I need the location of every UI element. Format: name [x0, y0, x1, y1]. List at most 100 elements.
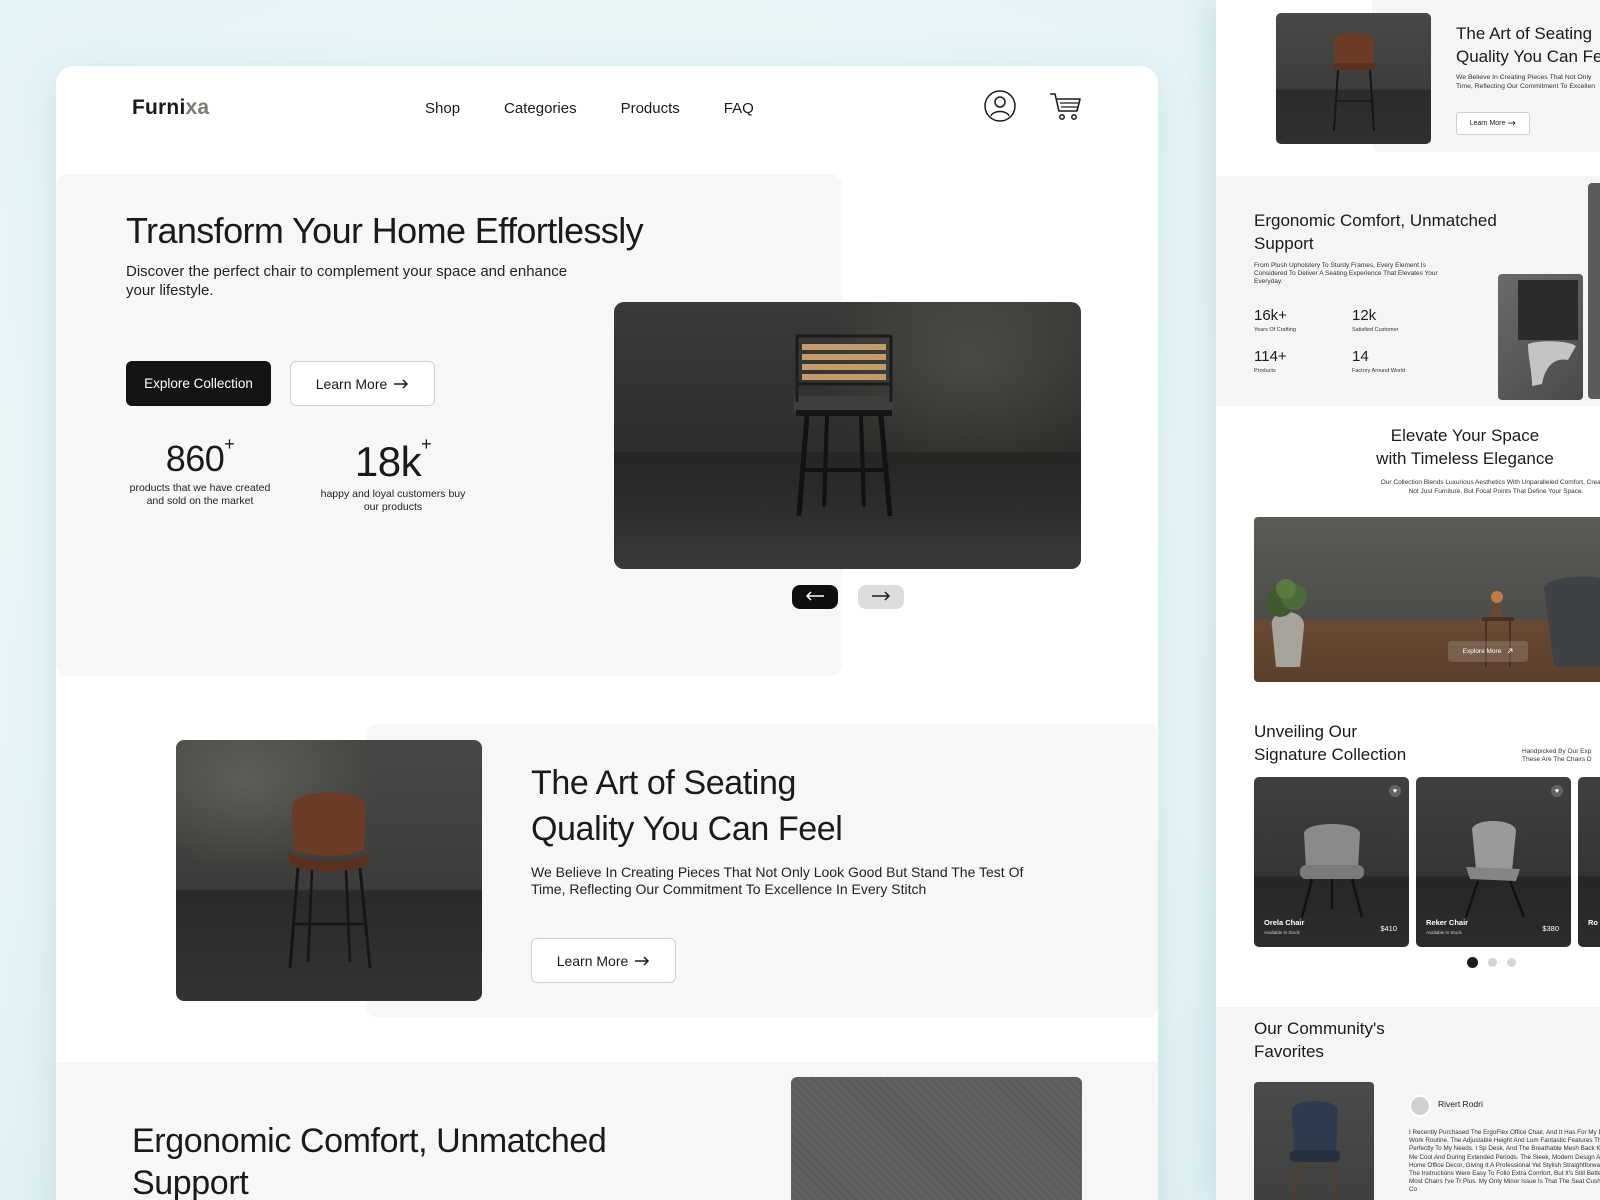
arrow-right-icon: [393, 376, 409, 392]
logo[interactable]: Furnixa: [132, 96, 209, 120]
preview-living-room-illustration: [1266, 576, 1600, 667]
stat-number: 860: [165, 438, 225, 479]
preview-elevate-title-line2: with Timeless Elegance: [1376, 449, 1554, 468]
preview-art-desc-line1: We Believe In Creating Pieces That Not O…: [1456, 74, 1592, 81]
carousel-dot[interactable]: [1507, 958, 1516, 967]
ergonomic-title-line2: Support: [132, 1164, 249, 1200]
shopping-cart-icon[interactable]: [1048, 90, 1082, 122]
hero-learn-more-label: Learn More: [315, 375, 388, 392]
preview-explore-more-label: Explore More: [1462, 648, 1502, 655]
stat-suffix: +: [224, 434, 235, 454]
preview-art-title: The Art of Seating Quality You Can Fe: [1456, 22, 1600, 68]
carousel-dots: [1467, 957, 1516, 968]
navbar: Furnixa Shop Categories Products FAQ: [56, 66, 1158, 156]
nav-categories[interactable]: Categories: [504, 100, 577, 117]
preview-elevate-description: Our Collection Blends Luxurious Aestheti…: [1216, 479, 1600, 496]
hero-stat-products: 860+ products that we have created and s…: [128, 434, 272, 508]
preview-stat-value: 114+: [1254, 348, 1287, 365]
preview-art-title-line2: Quality You Can Fe: [1456, 47, 1600, 66]
art-learn-more-button[interactable]: Learn More: [531, 938, 676, 983]
preview-stat-value: 12k: [1352, 307, 1377, 324]
preview-stat-value: 16k+: [1254, 307, 1287, 324]
product-card[interactable]: ♥ Orela Chair Available In Stock $410: [1254, 777, 1409, 947]
hero-title: Transform Your Home Effortlessly: [126, 210, 644, 251]
hero-learn-more-button[interactable]: Learn More: [290, 361, 435, 406]
preview-ergonomic-description: From Plush Upholstery To Sturdy Frames, …: [1254, 262, 1438, 285]
product-name: Ro: [1588, 918, 1598, 927]
preview-ergonomic-side-image: [1588, 183, 1600, 399]
preview-art-description: We Believe In Creating Pieces That Not O…: [1456, 74, 1600, 91]
preview-stat: 114+ Products: [1254, 348, 1287, 374]
preview-signature-note: Handpicked By Our Exp These Are The Chai…: [1522, 748, 1592, 764]
product-availability: Available In Stock: [1264, 930, 1300, 935]
preview-stool-illustration: [1333, 33, 1375, 132]
product-card[interactable]: Ro: [1578, 777, 1600, 947]
hero-subtitle: Discover the perfect chair to complement…: [126, 263, 568, 299]
preview-elevate-title: Elevate Your Space with Timeless Eleganc…: [1216, 424, 1600, 470]
stat-value: 860+: [128, 434, 272, 480]
hero-chair-image: [614, 302, 1081, 569]
preview-elevate-desc-line2: Not Just Furniture, But Focal Points Tha…: [1408, 487, 1584, 495]
explore-collection-button[interactable]: Explore Collection: [126, 361, 271, 406]
arrow-right-icon: [634, 953, 650, 969]
leather-stool-image: [176, 740, 482, 1001]
preview-signature-note-line1: Handpicked By Our Exp: [1522, 748, 1592, 755]
preview-explore-more-button[interactable]: Explore More: [1448, 641, 1528, 662]
art-description: We Believe In Creating Pieces That Not O…: [531, 864, 1024, 897]
preview-elevate-title-line1: Elevate Your Space: [1390, 426, 1540, 445]
arrow-right-icon: [1508, 120, 1516, 128]
preview-art-desc-line2: Time, Reflecting Our Commitment To Excel…: [1456, 82, 1596, 90]
preview-elevate-desc-line1: Our Collection Blends Luxurious Aestheti…: [1380, 479, 1600, 486]
nav-faq[interactable]: FAQ: [724, 100, 754, 117]
preview-stat: 14 Factory Around World: [1352, 348, 1405, 374]
preview-stat-caption: Years Of Crafting: [1254, 327, 1296, 333]
logo-part2: xa: [185, 96, 210, 119]
product-name: Reker Chair: [1426, 918, 1469, 927]
carousel-dot[interactable]: [1488, 958, 1497, 967]
stat-number: 18k: [354, 438, 422, 485]
stat-caption: products that we have created and sold o…: [129, 482, 271, 507]
carousel-dot[interactable]: [1467, 957, 1478, 968]
art-title-line1: The Art of Seating: [531, 764, 796, 802]
preview-community-title-line2: Favorites: [1254, 1042, 1324, 1061]
preview-ergonomic-chair-image: [1498, 274, 1583, 400]
art-title-line2: Quality You Can Feel: [531, 810, 843, 848]
preview-signature-title: Unveiling Our Signature Collection: [1254, 720, 1406, 766]
preview-signature-title-line1: Unveiling Our: [1254, 722, 1357, 741]
user-circle-icon[interactable]: [984, 90, 1016, 122]
preview-signature-title-line2: Signature Collection: [1254, 745, 1407, 764]
ergonomic-texture-image: [791, 1077, 1082, 1200]
product-name: Orela Chair: [1264, 918, 1305, 927]
ergonomic-title: Ergonomic Comfort, Unmatched Support: [132, 1120, 607, 1200]
leather-stool-illustration: [288, 792, 372, 969]
stat-value: 18k+: [318, 434, 468, 486]
nav-links: Shop Categories Products FAQ: [425, 100, 754, 117]
preview-stat: 12k Satisfied Customer: [1352, 307, 1398, 333]
stat-caption: happy and loyal customers buy our produc…: [320, 488, 466, 513]
reviewer-name: Rivert Rodri: [1438, 1099, 1483, 1109]
carousel-next-button[interactable]: [858, 585, 904, 609]
nav-shop[interactable]: Shop: [425, 100, 460, 117]
ergonomic-title-line1: Ergonomic Comfort, Unmatched: [132, 1122, 607, 1160]
preview-art-title-line1: The Art of Seating: [1456, 24, 1593, 43]
favorite-heart-icon[interactable]: ♥: [1389, 785, 1401, 797]
arrow-right-icon: [871, 588, 891, 606]
explore-collection-label: Explore Collection: [144, 376, 253, 391]
preview-learn-more-button[interactable]: Learn More: [1456, 112, 1530, 135]
product-card[interactable]: ♥ Reker Chair Available In Stock $380: [1416, 777, 1571, 947]
nav-products[interactable]: Products: [621, 100, 680, 117]
preview-stat-caption: Satisfied Customer: [1352, 327, 1399, 333]
preview-stat: 16k+ Years Of Crafting: [1254, 307, 1296, 333]
nav-icons: [984, 90, 1082, 122]
preview-community-title: Our Community's Favorites: [1254, 1017, 1385, 1063]
carousel-prev-button[interactable]: [792, 585, 838, 609]
preview-armrest-illustration: [1518, 280, 1578, 386]
reviewer-avatar: [1409, 1095, 1431, 1117]
preview-stat-value: 14: [1352, 348, 1369, 365]
arrow-left-icon: [805, 588, 825, 606]
art-title: The Art of Seating Quality You Can Feel: [531, 760, 843, 852]
preview-living-room-image: Explore More: [1254, 517, 1600, 682]
bar-stool-illustration: [794, 334, 894, 517]
preview-stat-caption: Factory Around World: [1352, 368, 1406, 374]
favorite-heart-icon[interactable]: ♥: [1551, 785, 1563, 797]
